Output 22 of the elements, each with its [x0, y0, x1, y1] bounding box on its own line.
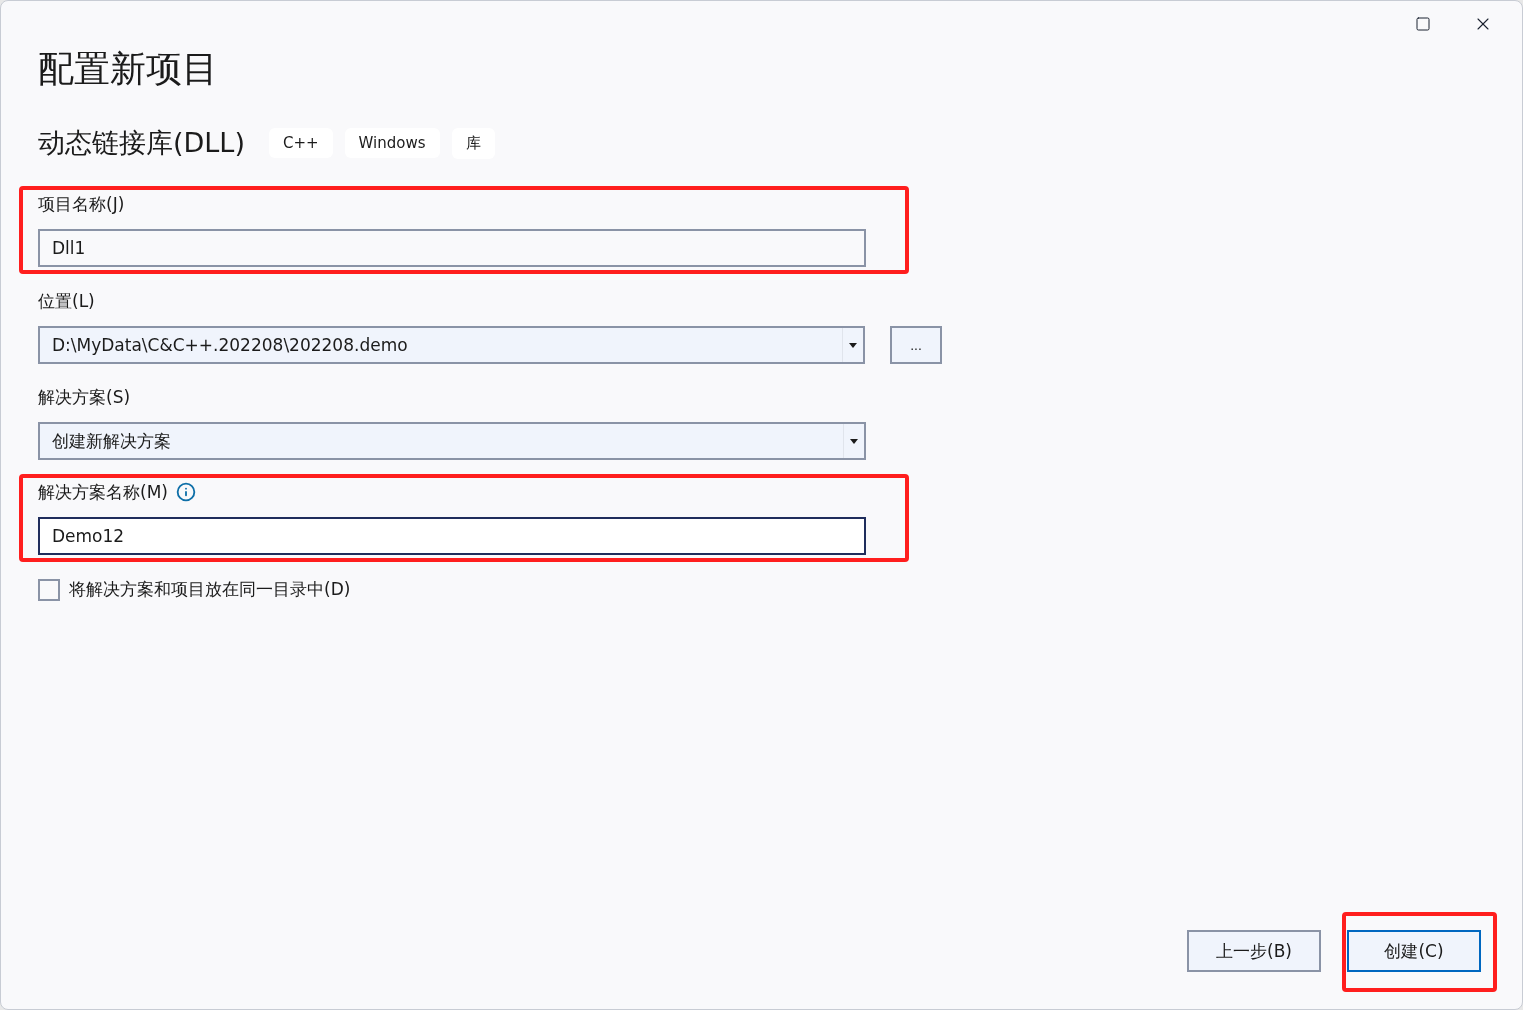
text-field[interactable]: Dll1: [38, 229, 866, 267]
field-label: 位置(L): [38, 289, 95, 313]
field-label: 解决方案名称(M): [38, 480, 168, 504]
checkbox-label: 将解决方案和项目放在同一目录中(D): [69, 578, 351, 601]
dropdown-arrow-icon: [849, 342, 858, 348]
square-icon: [1415, 16, 1431, 32]
tag: 库: [451, 127, 495, 159]
dropdown-arrow-icon: [850, 438, 858, 444]
tag: Windows: [344, 128, 440, 158]
checkbox[interactable]: [38, 578, 60, 601]
text-field[interactable]: Demo12: [38, 517, 866, 555]
dropdown-field[interactable]: 创建新解决方案: [38, 422, 866, 460]
field-label: 解决方案(S): [38, 385, 131, 409]
browse-button[interactable]: ...: [890, 326, 942, 364]
dropdown-field[interactable]: D:\MyData\C&C++.202208\202208.demo: [38, 326, 866, 364]
field-label: 项目名称(J): [38, 192, 125, 216]
tag: C++: [268, 128, 333, 158]
dialog-button[interactable]: 创建(C): [1347, 930, 1481, 972]
template-name: 动态链接库(DLL): [38, 126, 245, 160]
info-icon[interactable]: [175, 482, 196, 502]
dialog-button[interactable]: 上一步(B): [1187, 930, 1321, 972]
window-title: 配置新项目: [38, 47, 218, 91]
